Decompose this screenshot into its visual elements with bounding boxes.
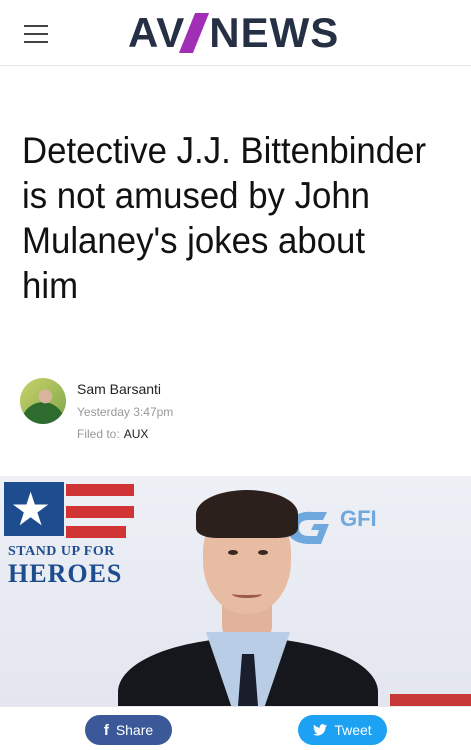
author-name[interactable]: Sam Barsanti bbox=[77, 381, 161, 397]
filed-to-category-link[interactable]: AUX bbox=[124, 427, 149, 441]
logo-av-text: AV bbox=[128, 9, 186, 56]
article-headline: Detective J.J. Bittenbinder is not amuse… bbox=[22, 130, 427, 306]
backdrop-text-small: STAND UP FOR bbox=[8, 544, 115, 559]
filed-to: Filed to: AUX bbox=[77, 427, 148, 441]
facebook-icon: f bbox=[103, 721, 109, 739]
menu-line bbox=[24, 25, 48, 27]
tweet-button[interactable]: Tweet bbox=[298, 715, 387, 745]
backdrop-red-stripe bbox=[390, 694, 471, 706]
top-bar: AV NEWS bbox=[0, 0, 471, 66]
share-bar: f Share Tweet bbox=[0, 706, 471, 750]
logo-news-text: NEWS bbox=[209, 9, 340, 56]
publish-date: Yesterday 3:47pm bbox=[77, 405, 174, 419]
av-news-logo[interactable]: AV NEWS bbox=[128, 10, 339, 56]
star-icon: ★ bbox=[10, 483, 52, 535]
share-button-label: Share bbox=[115, 722, 154, 738]
twitter-bird-icon bbox=[313, 724, 328, 736]
flag-stripe bbox=[66, 526, 126, 538]
facebook-share-button[interactable]: f Share bbox=[85, 715, 172, 745]
person-hair bbox=[196, 490, 298, 538]
person-smile bbox=[232, 590, 262, 598]
menu-line bbox=[24, 41, 48, 43]
person-eye bbox=[258, 550, 268, 555]
backdrop-logo-text: GFI bbox=[340, 506, 377, 531]
filed-to-label: Filed to: bbox=[77, 427, 120, 441]
backdrop-text-large: HEROES bbox=[8, 559, 123, 588]
person-eye bbox=[228, 550, 238, 555]
flag-stripe bbox=[66, 484, 134, 496]
hamburger-menu-icon[interactable] bbox=[24, 25, 48, 43]
article-hero-image: ★ STAND UP FOR HEROES GFI bbox=[0, 476, 471, 706]
menu-line bbox=[24, 33, 48, 35]
author-avatar[interactable] bbox=[20, 378, 66, 424]
tweet-button-label: Tweet bbox=[334, 722, 372, 738]
flag-stripe bbox=[66, 506, 134, 518]
